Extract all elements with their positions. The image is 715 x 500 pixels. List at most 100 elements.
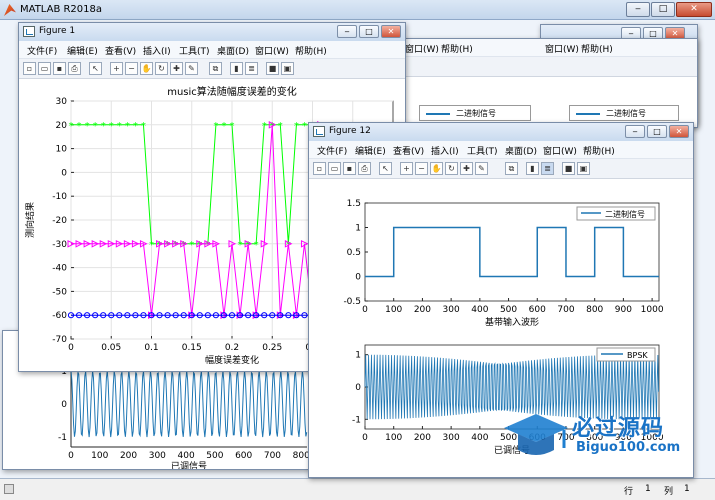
matlab-logo-icon: [4, 4, 16, 16]
data-cursor-icon[interactable]: ✚: [170, 62, 183, 75]
data-point: *: [125, 121, 130, 132]
figure-1-titlebar: Figure 1 ‒ □ ✕: [19, 23, 405, 41]
fig1-ytick-label: 30: [56, 97, 68, 107]
legend-icon[interactable]: ≣: [245, 62, 258, 75]
f12-open-file-icon[interactable]: ▭: [328, 162, 341, 175]
f12-link-plot-icon[interactable]: ⧉: [505, 162, 518, 175]
data-point: *: [69, 121, 74, 132]
f12-rotate-icon[interactable]: ↻: [445, 162, 458, 175]
new-figure-icon[interactable]: ▫: [23, 62, 36, 75]
minimize-button[interactable]: ‒: [626, 2, 650, 17]
save-icon[interactable]: ▪: [53, 62, 66, 75]
data-point: *: [141, 121, 146, 132]
figure-12-maximize-button[interactable]: □: [647, 125, 667, 138]
menu-edit[interactable]: 编辑(E): [67, 44, 98, 57]
zoom-out-icon[interactable]: −: [125, 62, 138, 75]
bg-mid-menu-help-2[interactable]: 帮助(H): [581, 42, 613, 55]
zoom-in-icon[interactable]: +: [110, 62, 123, 75]
f12-print-icon[interactable]: ⎙: [358, 162, 371, 175]
figure-12-title: Figure 12: [329, 126, 371, 136]
fig1-xtick-label: 0.15: [182, 343, 202, 353]
f12-menu-insert[interactable]: 插入(I): [431, 144, 459, 157]
f12-menu-file[interactable]: 文件(F): [317, 144, 347, 157]
brush-icon[interactable]: ✎: [185, 62, 198, 75]
bg-xtick-label: 700: [264, 451, 281, 461]
hide-tools-icon[interactable]: ■: [266, 62, 279, 75]
bg-mid-canvas: 二进制信号 二进制信号: [399, 77, 697, 127]
fig1-ytick-label: -10: [52, 192, 67, 202]
figure-12-menu: 文件(F) 编辑(E) 查看(V) 插入(I) 工具(T) 桌面(D) 窗口(W…: [309, 141, 693, 159]
f12a-xtick-label: 300: [443, 305, 460, 315]
f12b-xtick-label: 100: [385, 433, 402, 443]
menu-desktop[interactable]: 桌面(D): [217, 44, 249, 57]
f12-colorbar-icon[interactable]: ▮: [526, 162, 539, 175]
menu-window[interactable]: 窗口(W): [255, 44, 289, 57]
fig1-ytick-label: 10: [56, 145, 68, 155]
f12a-ytick-label: 1: [355, 224, 361, 234]
menu-file[interactable]: 文件(F): [27, 44, 57, 57]
f12-new-figure-icon[interactable]: ▫: [313, 162, 326, 175]
f12a-xtick-label: 0: [362, 305, 368, 315]
menu-insert[interactable]: 插入(I): [143, 44, 171, 57]
f12-zoom-out-icon[interactable]: −: [415, 162, 428, 175]
data-point: *: [117, 121, 122, 132]
f12-menu-help[interactable]: 帮助(H): [583, 144, 615, 157]
f12-save-icon[interactable]: ▪: [343, 162, 356, 175]
edit-plot-icon[interactable]: ↖: [89, 62, 102, 75]
figure-1-close-button[interactable]: ✕: [381, 25, 401, 38]
data-point: *: [254, 240, 259, 251]
f12b-ytick-label: 0: [355, 383, 361, 393]
fig1-ytick-label: -50: [52, 287, 67, 297]
f12-menu-edit[interactable]: 编辑(E): [355, 144, 386, 157]
f12-menu-tools[interactable]: 工具(T): [467, 144, 498, 157]
f12b-xtick-label: 200: [414, 433, 431, 443]
f12-brush-icon[interactable]: ✎: [475, 162, 488, 175]
f12a-ytick-label: -0.5: [343, 297, 361, 307]
background-figure-mid[interactable]: 窗口(W) 帮助(H) 窗口(W) 帮助(H) 二进制信号 二进制信号: [398, 38, 698, 128]
f12-edit-plot-icon[interactable]: ↖: [379, 162, 392, 175]
pan-icon[interactable]: ✋: [140, 62, 153, 75]
data-point: *: [77, 121, 82, 132]
fig1-ytick-label: 0: [61, 168, 67, 178]
print-icon[interactable]: ⎙: [68, 62, 81, 75]
bg-mid-legend-line-1: [426, 113, 450, 115]
figure-12-minimize-button[interactable]: ‒: [625, 125, 645, 138]
f12a-xtick-label: 200: [414, 305, 431, 315]
colorbar-icon[interactable]: ▮: [230, 62, 243, 75]
figure-1-maximize-button[interactable]: □: [359, 25, 379, 38]
bg-mid-menu-help[interactable]: 帮助(H): [441, 42, 473, 55]
menu-view[interactable]: 查看(V): [105, 44, 136, 57]
data-point: *: [302, 121, 307, 132]
close-button[interactable]: ✕: [676, 2, 712, 17]
f12a-ytick-label: 1.5: [347, 199, 361, 209]
data-point: *: [213, 121, 218, 132]
data-point: *: [294, 121, 299, 132]
f12-hide-tools-icon[interactable]: ■: [562, 162, 575, 175]
chart-title: music算法随幅度误差的变化: [167, 85, 297, 98]
f12-pan-icon[interactable]: ✋: [430, 162, 443, 175]
f12b-ytick-label: -1: [352, 415, 361, 425]
figure-1-minimize-button[interactable]: ‒: [337, 25, 357, 38]
show-tools-icon[interactable]: ▣: [281, 62, 294, 75]
figure-12-close-button[interactable]: ✕: [669, 125, 689, 138]
bg-mid-menu-window[interactable]: 窗口(W): [405, 42, 439, 55]
fig1-ytick-label: 20: [56, 121, 68, 131]
bg-mid-menu-window-2[interactable]: 窗口(W): [545, 42, 579, 55]
rotate-icon[interactable]: ↻: [155, 62, 168, 75]
f12-show-tools-icon[interactable]: ▣: [577, 162, 590, 175]
top-legend-label: 二进制信号: [605, 209, 645, 219]
f12-legend-icon[interactable]: ≣: [541, 162, 554, 175]
f12-menu-desktop[interactable]: 桌面(D): [505, 144, 537, 157]
f12-data-cursor-icon[interactable]: ✚: [460, 162, 473, 175]
maximize-button[interactable]: □: [651, 2, 675, 17]
f12-zoom-in-icon[interactable]: +: [400, 162, 413, 175]
menu-tools[interactable]: 工具(T): [179, 44, 210, 57]
data-point: *: [109, 121, 114, 132]
open-file-icon[interactable]: ▭: [38, 62, 51, 75]
fig1-xtick-label: 0: [68, 343, 74, 353]
f12-menu-view[interactable]: 查看(V): [393, 144, 424, 157]
menu-help[interactable]: 帮助(H): [295, 44, 327, 57]
link-plot-icon[interactable]: ⧉: [209, 62, 222, 75]
f12-menu-window[interactable]: 窗口(W): [543, 144, 577, 157]
bg-mid-menu: 窗口(W) 帮助(H) 窗口(W) 帮助(H): [399, 39, 697, 57]
